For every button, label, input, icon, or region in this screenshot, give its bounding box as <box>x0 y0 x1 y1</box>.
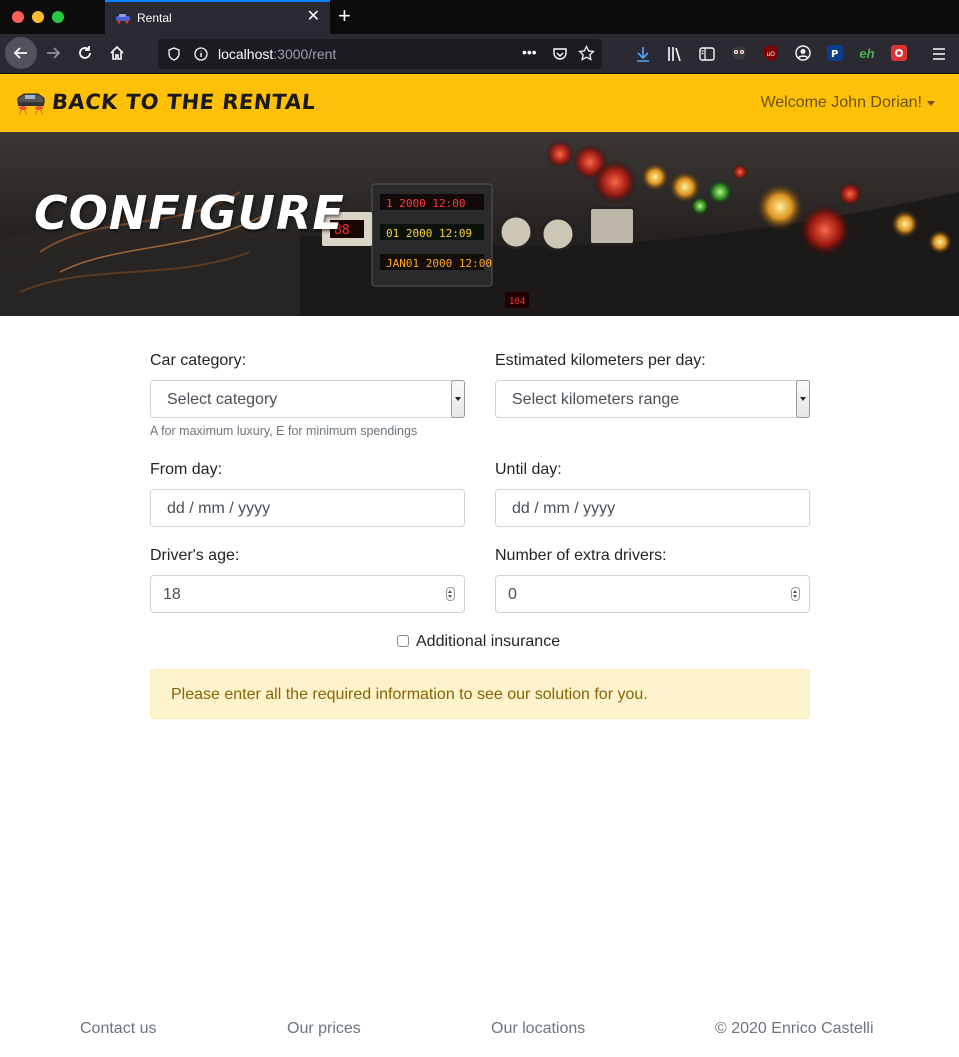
additional-insurance-checkbox[interactable] <box>397 635 409 647</box>
tab-title: Rental <box>137 11 172 25</box>
minimize-window-button[interactable] <box>32 11 44 23</box>
close-tab-icon[interactable]: ✕ <box>307 8 320 26</box>
bookmark-star-icon[interactable] <box>578 45 595 62</box>
svg-text:P: P <box>831 49 838 60</box>
from-day-input[interactable]: dd / mm / yyyy <box>150 489 465 527</box>
forward-button[interactable] <box>38 38 68 68</box>
extension-red-icon[interactable] <box>890 44 908 62</box>
until-day-input[interactable]: dd / mm / yyyy <box>495 489 810 527</box>
from-day-value: dd / mm / yyyy <box>167 500 271 517</box>
reload-button[interactable] <box>70 38 100 68</box>
sidebar-icon[interactable] <box>698 45 716 63</box>
our-locations-link[interactable]: Our locations <box>491 1020 585 1038</box>
browser-tab-rental[interactable]: Rental ✕ <box>105 0 330 34</box>
url-text[interactable]: localhost:3000/rent <box>218 46 336 62</box>
back-button[interactable] <box>5 37 37 69</box>
until-day-value: dd / mm / yyyy <box>512 500 616 517</box>
alert-text: Please enter all the required informatio… <box>171 686 648 703</box>
car-category-label: Car category: <box>150 352 247 369</box>
from-day-label: From day: <box>150 461 223 478</box>
brand-link[interactable]: BACK TO THE RENTAL <box>16 88 317 116</box>
number-spinner-icon[interactable] <box>791 587 800 601</box>
app-header: BACK TO THE RENTAL Welcome John Dorian! <box>0 74 959 132</box>
welcome-text: Welcome John Dorian! <box>760 94 922 111</box>
brand-name: BACK TO THE RENTAL <box>50 90 317 114</box>
url-bar[interactable]: localhost:3000/rent ••• <box>158 39 602 69</box>
driver-age-input[interactable]: 18 <box>150 575 465 613</box>
download-icon[interactable] <box>634 45 652 63</box>
arrow-right-icon <box>47 47 61 59</box>
additional-insurance-label[interactable]: Additional insurance <box>416 633 560 651</box>
info-icon[interactable] <box>194 47 208 61</box>
eh-extension-icon[interactable]: eh <box>858 44 876 62</box>
shield-icon[interactable] <box>167 47 181 61</box>
account-icon[interactable] <box>794 44 812 62</box>
svg-text:1 2000 12:00: 1 2000 12:00 <box>386 197 465 210</box>
browser-tab-bar: Rental ✕ + <box>0 0 959 34</box>
car-category-help: A for maximum luxury, E for minimum spen… <box>150 424 418 438</box>
km-per-day-label: Estimated kilometers per day: <box>495 352 706 369</box>
more-actions-icon[interactable]: ••• <box>522 44 537 60</box>
hero-banner: 1 2000 12:00 01 2000 12:09 JAN01 2000 12… <box>0 132 959 316</box>
km-per-day-select[interactable]: Select kilometers range <box>495 380 810 418</box>
info-alert: Please enter all the required informatio… <box>150 669 810 719</box>
arrow-left-icon <box>13 47 27 59</box>
browser-toolbar: localhost:3000/rent ••• uO P eh <box>0 34 959 74</box>
contact-us-link[interactable]: Contact us <box>80 1020 156 1038</box>
paypal-icon[interactable]: P <box>826 44 844 62</box>
pocket-icon[interactable] <box>552 46 568 62</box>
driver-age-value: 18 <box>163 586 181 603</box>
delorean-logo-icon <box>17 93 45 115</box>
reload-icon <box>79 46 91 59</box>
new-tab-button[interactable]: + <box>338 3 351 29</box>
extra-drivers-input[interactable]: 0 <box>495 575 810 613</box>
delorean-favicon-icon <box>116 14 130 24</box>
user-menu-dropdown[interactable]: Welcome John Dorian! <box>760 94 935 112</box>
extra-drivers-value: 0 <box>508 586 517 603</box>
svg-text:01 2000 12:09: 01 2000 12:09 <box>386 227 472 240</box>
url-host: localhost <box>218 46 274 62</box>
copyright-text: © 2020 Enrico Castelli <box>715 1020 874 1037</box>
library-icon[interactable] <box>666 45 684 63</box>
svg-text:uO: uO <box>767 51 776 58</box>
until-day-label: Until day: <box>495 461 562 478</box>
car-category-select[interactable]: Select category <box>150 380 465 418</box>
dropdown-arrow-icon <box>796 380 810 418</box>
privacy-badger-icon[interactable] <box>730 44 748 62</box>
close-window-button[interactable] <box>12 11 24 23</box>
extra-drivers-label: Number of extra drivers: <box>495 547 667 564</box>
number-spinner-icon[interactable] <box>446 587 455 601</box>
home-button[interactable] <box>102 38 132 68</box>
ublock-icon[interactable]: uO <box>762 44 780 62</box>
hamburger-menu-icon[interactable] <box>931 46 947 62</box>
svg-text:JAN01 2000 12:00: JAN01 2000 12:00 <box>386 257 492 270</box>
caret-down-icon <box>927 100 935 106</box>
dropdown-arrow-icon <box>451 380 465 418</box>
url-path: :3000/rent <box>273 46 337 62</box>
page-title: CONFIGURE <box>34 186 345 240</box>
km-per-day-value: Select kilometers range <box>512 391 680 408</box>
svg-text:104: 104 <box>509 297 525 307</box>
driver-age-label: Driver's age: <box>150 547 240 564</box>
maximize-window-button[interactable] <box>52 11 64 23</box>
home-icon <box>110 45 124 60</box>
car-category-value: Select category <box>167 391 278 408</box>
our-prices-link[interactable]: Our prices <box>287 1020 361 1038</box>
